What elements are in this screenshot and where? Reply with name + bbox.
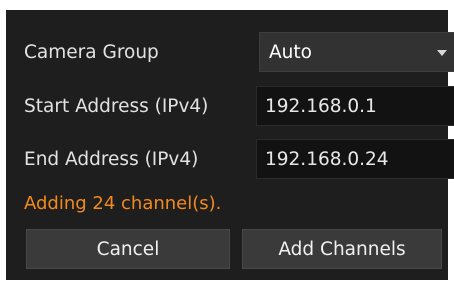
camera-group-label: Camera Group — [24, 41, 159, 63]
camera-group-row: Camera Group Auto — [24, 32, 454, 72]
status-message: Adding 24 channel(s). — [24, 193, 222, 214]
chevron-down-icon — [437, 50, 447, 56]
start-address-label: Start Address (IPv4) — [24, 95, 209, 117]
camera-group-value: Auto — [269, 41, 312, 63]
end-address-field[interactable]: 192.168.0.24 — [256, 139, 454, 179]
start-address-field[interactable]: 192.168.0.1 — [256, 86, 454, 126]
start-address-row: Start Address (IPv4) 192.168.0.1 — [24, 86, 454, 126]
start-address-value: 192.168.0.1 — [265, 95, 377, 117]
end-address-label: End Address (IPv4) — [24, 148, 199, 170]
camera-group-select[interactable]: Auto — [259, 32, 454, 72]
cancel-button[interactable]: Cancel — [26, 229, 230, 269]
end-address-value: 192.168.0.24 — [265, 148, 389, 170]
end-address-row: End Address (IPv4) 192.168.0.24 — [24, 139, 454, 179]
add-channels-dialog: Camera Group Auto Start Address (IPv4) 1… — [6, 10, 454, 280]
add-channels-button[interactable]: Add Channels — [242, 229, 442, 269]
